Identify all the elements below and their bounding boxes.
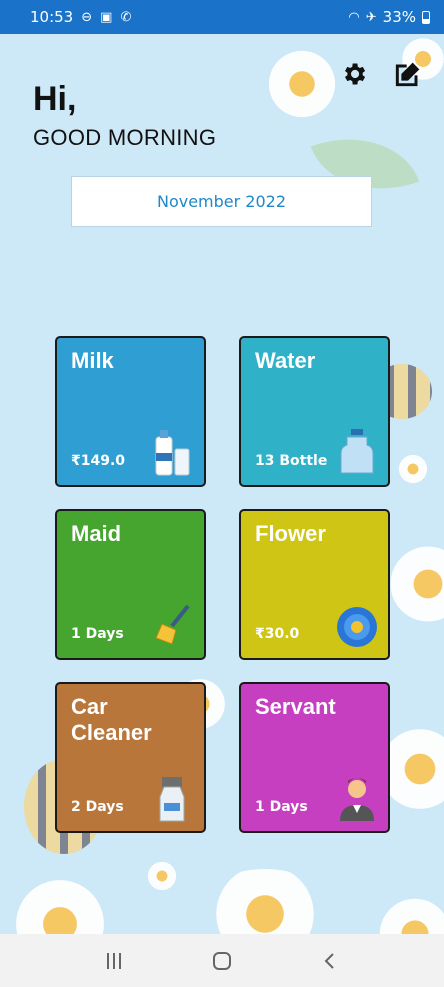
card-title: Servant bbox=[255, 694, 336, 719]
month-label: November 2022 bbox=[156, 192, 287, 211]
wifi-icon: ◠ bbox=[348, 9, 360, 25]
flower-icon bbox=[337, 607, 377, 647]
recent-apps-button[interactable] bbox=[94, 941, 134, 981]
card-value: 2 Days bbox=[71, 799, 124, 815]
card-title: Maid bbox=[71, 521, 122, 546]
card-title: Flower bbox=[255, 521, 326, 546]
card-water[interactable]: Water 13 Bottle bbox=[239, 336, 390, 487]
card-value: 1 Days bbox=[255, 799, 308, 815]
card-value: ₹30.0 bbox=[255, 626, 300, 642]
card-flower[interactable]: Flower ₹30.0 bbox=[239, 509, 390, 660]
card-servant[interactable]: Servant 1 Days bbox=[239, 682, 390, 833]
call-icon: ✆ bbox=[120, 9, 132, 25]
broom-icon bbox=[155, 604, 190, 645]
card-value: ₹149.0 bbox=[71, 453, 126, 469]
card-milk[interactable]: Milk ₹149.0 bbox=[55, 336, 206, 487]
battery-percent: 33% bbox=[382, 8, 416, 26]
card-title: Car Cleaner bbox=[71, 694, 152, 745]
water-bottle-icon bbox=[340, 429, 374, 474]
edit-note-icon[interactable] bbox=[392, 58, 424, 90]
greeting-hi: Hi, bbox=[33, 80, 77, 118]
card-title: Milk bbox=[71, 348, 114, 373]
milk-bottle-icon bbox=[155, 430, 190, 476]
outlook-icon: ▣ bbox=[100, 9, 113, 25]
airplane-icon: ✈ bbox=[365, 9, 377, 25]
do-not-disturb-icon: ⊖ bbox=[81, 9, 93, 25]
system-nav-bar bbox=[0, 934, 444, 987]
servant-icon bbox=[340, 778, 374, 821]
settings-gear-icon[interactable] bbox=[338, 58, 370, 90]
card-value: 1 Days bbox=[71, 626, 124, 642]
card-car-cleaner[interactable]: Car Cleaner 2 Days bbox=[55, 682, 206, 833]
greeting-message: GOOD MORNING bbox=[33, 125, 217, 150]
home-button[interactable] bbox=[202, 941, 242, 981]
back-button[interactable] bbox=[310, 941, 350, 981]
battery-icon bbox=[422, 10, 430, 24]
card-value: 13 Bottle bbox=[255, 453, 328, 469]
status-bar: 10:53 ⊖ ▣ ✆ ◠ ✈ 33% bbox=[0, 0, 444, 34]
card-title: Water bbox=[255, 348, 316, 373]
status-time: 10:53 bbox=[30, 8, 74, 26]
month-selector[interactable]: November 2022 bbox=[71, 176, 372, 227]
card-maid[interactable]: Maid 1 Days bbox=[55, 509, 206, 660]
spray-bottle-icon bbox=[159, 777, 185, 822]
